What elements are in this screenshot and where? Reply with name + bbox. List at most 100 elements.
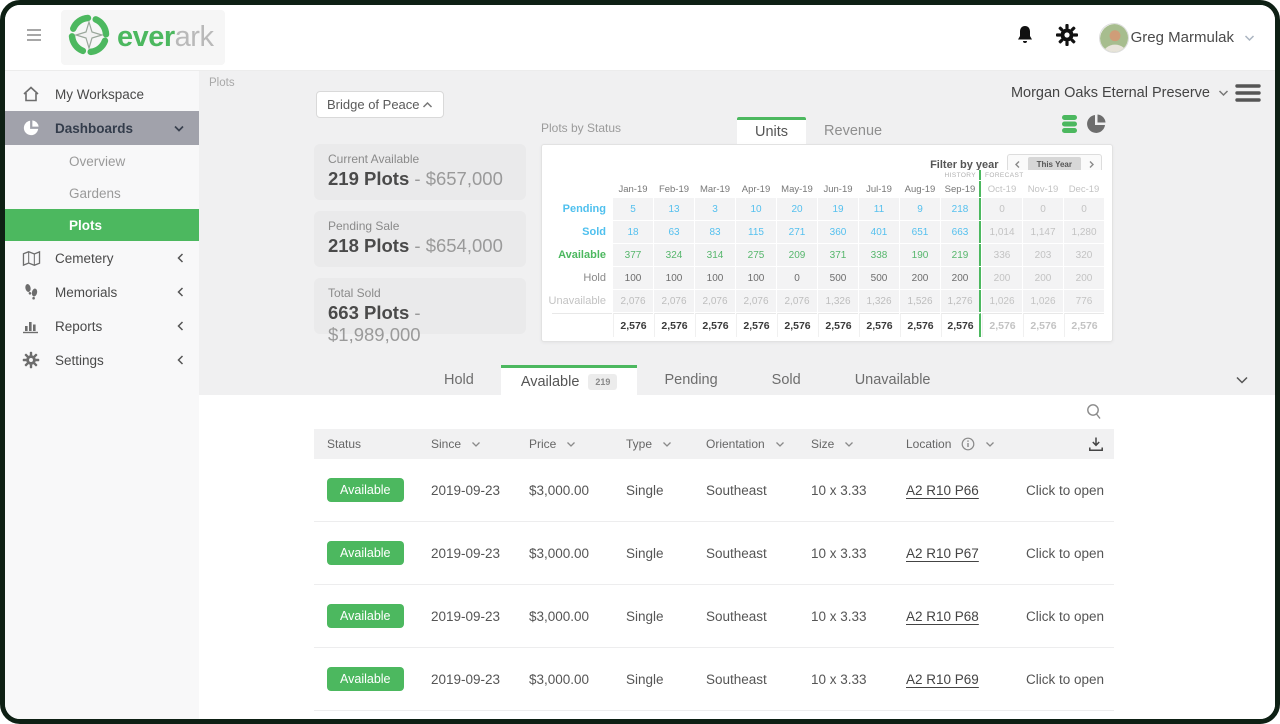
home-icon	[21, 86, 41, 102]
total-cell: 2,576	[982, 313, 1022, 337]
location-link[interactable]: A2 R10 P66	[906, 483, 979, 498]
column-header-price[interactable]: Price	[516, 437, 613, 451]
status-badge: Available	[327, 541, 404, 565]
pie-icon	[21, 119, 41, 137]
status-row-label: Unavailable	[552, 290, 612, 312]
sort-chevron-down-icon[interactable]	[985, 441, 995, 448]
download-icon[interactable]	[1013, 436, 1114, 452]
list-tabs-chevron-down-icon[interactable]	[1235, 365, 1249, 395]
tab-pending[interactable]: Pending	[637, 365, 744, 395]
column-header-type[interactable]: Type	[613, 437, 693, 451]
tab-count-badge: 219	[588, 374, 617, 390]
orientation-cell: Southeast	[693, 609, 798, 624]
column-header-label: Location	[906, 437, 951, 451]
sort-chevron-down-icon[interactable]	[844, 441, 854, 448]
status-cell: Available	[314, 541, 418, 565]
sidebar-item-overview[interactable]: Overview	[5, 145, 199, 177]
sidebar-item-settings[interactable]: Settings	[5, 343, 199, 377]
stat-value: 219 Plots - $657,000	[328, 168, 512, 190]
location-cell: A2 R10 P66	[893, 483, 1013, 498]
sort-chevron-down-icon[interactable]	[662, 441, 672, 448]
column-header-label: Orientation	[706, 437, 765, 451]
status-cell: 1,026	[982, 290, 1022, 312]
dashboard-menu-icon[interactable]	[1235, 83, 1261, 108]
sidebar-item-dashboards[interactable]: Dashboards	[5, 111, 199, 145]
history-forecast-spacer	[552, 170, 612, 180]
month-header-spacer	[552, 181, 612, 197]
settings-gear-icon[interactable]	[1055, 23, 1079, 52]
site-selector[interactable]: Morgan Oaks Eternal Preserve	[1011, 85, 1229, 101]
info-icon[interactable]	[961, 437, 975, 451]
tab-label: Hold	[444, 372, 474, 388]
status-cell: 1,276	[941, 290, 981, 312]
location-link[interactable]: A2 R10 P69	[906, 672, 979, 687]
status-cell: 1,280	[1064, 221, 1104, 243]
column-header-label: Size	[811, 437, 834, 451]
sidebar-item-label: My Workspace	[55, 87, 185, 102]
click-to-open-link[interactable]: Click to open	[1013, 672, 1114, 687]
status-cell: 209	[777, 244, 817, 266]
status-cell: 663	[941, 221, 981, 243]
size-cell: 10 x 3.33	[798, 546, 893, 561]
location-link[interactable]: A2 R10 P68	[906, 609, 979, 624]
status-cell: 2,076	[736, 290, 776, 312]
app-window: everark Greg Marmulak	[0, 0, 1280, 724]
sort-chevron-down-icon[interactable]	[471, 441, 481, 448]
map-icon	[21, 250, 41, 267]
location-link[interactable]: A2 R10 P67	[906, 546, 979, 561]
status-cell: 0	[1064, 198, 1104, 220]
user-menu[interactable]: Greg Marmulak	[1099, 23, 1255, 53]
tab-units[interactable]: Units	[737, 117, 806, 144]
column-header-location[interactable]: Location	[893, 437, 1013, 451]
data-table-view-icon[interactable]	[1061, 114, 1078, 139]
status-cell: 200	[982, 267, 1022, 289]
tab-hold[interactable]: Hold	[417, 365, 501, 395]
total-cell: 2,576	[736, 313, 776, 337]
notifications-bell-icon[interactable]	[1015, 24, 1035, 51]
sort-chevron-down-icon[interactable]	[566, 441, 576, 448]
type-cell: Single	[613, 609, 693, 624]
status-cell: 18	[613, 221, 653, 243]
sidebar-item-memorials[interactable]: Memorials	[5, 275, 199, 309]
stat-label: Total Sold	[328, 286, 512, 300]
sidebar-item-cemetery[interactable]: Cemetery	[5, 241, 199, 275]
history-forecast-spacer	[613, 170, 653, 180]
stat-label: Current Available	[328, 152, 512, 166]
plot-list-section: StatusSincePriceTypeOrientationSizeLocat…	[199, 395, 1275, 711]
menu-toggle-icon[interactable]	[25, 28, 47, 47]
plots-by-status-table: HISTORYFORECASTJan-19Feb-19Mar-19Apr-19M…	[552, 170, 1104, 337]
history-forecast-spacer	[777, 170, 817, 180]
pie-chart-view-icon[interactable]	[1086, 114, 1106, 139]
table-row: Available2019-09-23$3,000.00SingleSouthe…	[314, 459, 1114, 522]
sidebar-item-gardens[interactable]: Gardens	[5, 177, 199, 209]
everark-logo[interactable]: everark	[61, 10, 225, 65]
status-cell: Available	[314, 604, 418, 628]
column-header-orientation[interactable]: Orientation	[693, 437, 798, 451]
status-cell: 100	[736, 267, 776, 289]
logo-text: everark	[117, 21, 213, 54]
sidebar-item-plots[interactable]: Plots	[5, 209, 199, 241]
type-cell: Single	[613, 672, 693, 687]
click-to-open-link[interactable]: Click to open	[1013, 483, 1114, 498]
month-header: Nov-19	[1023, 181, 1063, 197]
tab-sold[interactable]: Sold	[745, 365, 828, 395]
chart-icon	[21, 318, 41, 334]
tab-unavailable[interactable]: Unavailable	[828, 365, 958, 395]
sidebar-item-reports[interactable]: Reports	[5, 309, 199, 343]
tab-revenue[interactable]: Revenue	[806, 117, 900, 144]
status-cell: 9	[900, 198, 940, 220]
tab-label: Sold	[772, 372, 801, 388]
sidebar-item-my-workspace[interactable]: My Workspace	[5, 77, 199, 111]
status-row-label: Hold	[552, 267, 612, 289]
sort-chevron-down-icon[interactable]	[775, 441, 785, 448]
column-header-since[interactable]: Since	[418, 437, 516, 451]
stat-card-current-available: Current Available 219 Plots - $657,000	[314, 144, 526, 200]
garden-selector[interactable]: Bridge of Peace	[316, 91, 444, 118]
plots-by-status-title: Plots by Status	[541, 121, 621, 135]
column-header-size[interactable]: Size	[798, 437, 893, 451]
click-to-open-link[interactable]: Click to open	[1013, 546, 1114, 561]
month-header: Jul-19	[859, 181, 899, 197]
click-to-open-link[interactable]: Click to open	[1013, 609, 1114, 624]
search-icon[interactable]	[1085, 403, 1102, 426]
tab-available[interactable]: Available219	[501, 365, 638, 395]
